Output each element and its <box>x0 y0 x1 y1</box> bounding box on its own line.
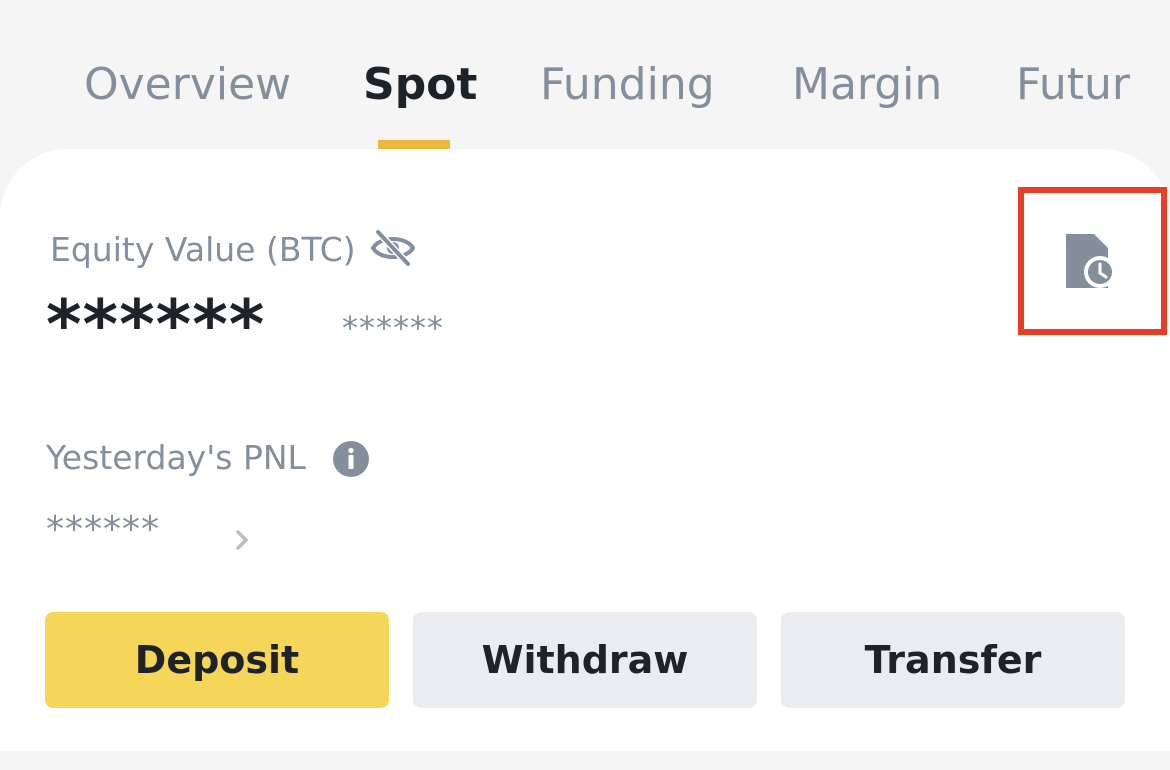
yesterday-pnl-value[interactable]: ****** <box>46 508 160 552</box>
equity-value: ****** <box>46 286 266 365</box>
equity-fiat-value: ****** <box>342 309 444 347</box>
chevron-right-icon[interactable] <box>232 526 254 554</box>
yesterday-pnl-label: Yesterday's PNL <box>46 438 306 477</box>
transfer-button[interactable]: Transfer <box>781 612 1125 708</box>
tab-spot[interactable]: Spot <box>363 54 477 116</box>
account-tabs: Overview Spot Funding Margin Futur <box>0 0 1170 150</box>
tab-margin[interactable]: Margin <box>792 54 942 116</box>
active-tab-indicator <box>378 140 450 149</box>
info-icon[interactable] <box>332 440 370 478</box>
tab-funding[interactable]: Funding <box>540 54 715 116</box>
section-divider <box>0 751 1170 770</box>
withdraw-button[interactable]: Withdraw <box>413 612 757 708</box>
tab-futures[interactable]: Futur <box>1016 54 1130 116</box>
tab-overview[interactable]: Overview <box>84 54 291 116</box>
deposit-button[interactable]: Deposit <box>45 612 389 708</box>
equity-value-label: Equity Value (BTC) <box>50 230 356 269</box>
document-history-icon <box>1066 234 1116 288</box>
eye-slash-icon[interactable] <box>370 228 416 268</box>
